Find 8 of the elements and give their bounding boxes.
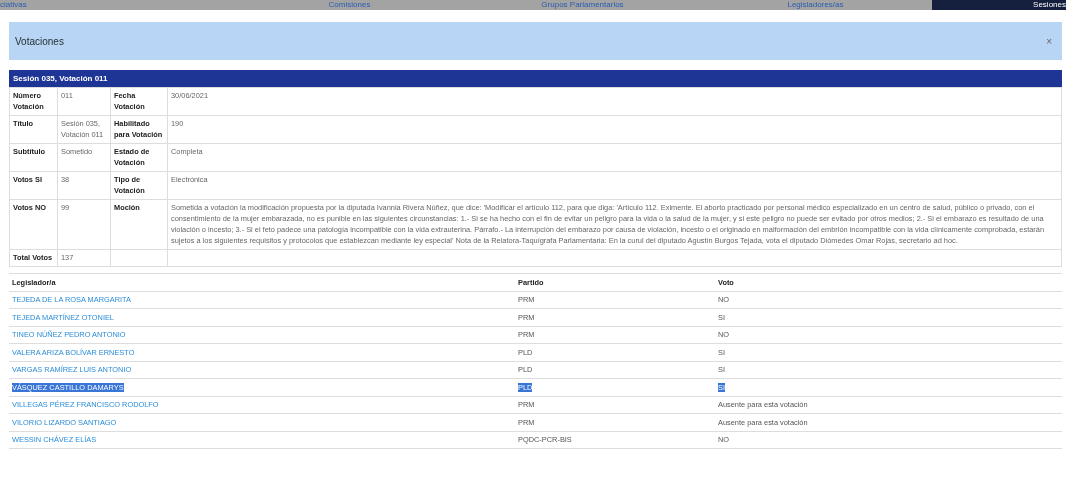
close-button[interactable]: × — [1044, 35, 1054, 47]
nav-tab[interactable]: ciativas — [0, 0, 233, 10]
nav-tab[interactable]: Grupos Parlamentarios — [466, 0, 699, 10]
nav-tab[interactable]: Comisiones — [233, 0, 466, 10]
details-title: Sesión 035, Votación 011 — [13, 74, 108, 83]
nav-tab[interactable]: Legisladores/as — [699, 0, 932, 10]
nav-tab[interactable]: Sesiones — [932, 0, 1066, 10]
dialog-title: Votaciones — [15, 35, 64, 47]
